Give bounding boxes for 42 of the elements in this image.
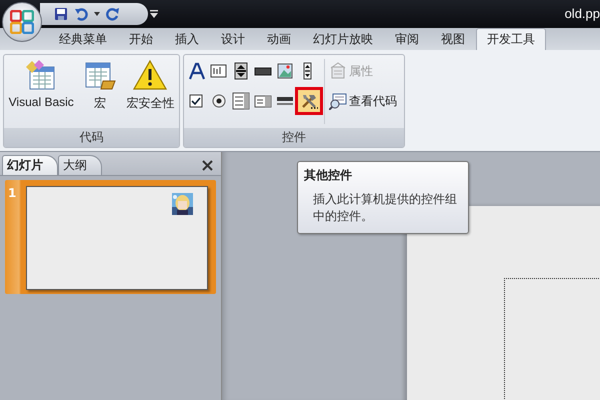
ribbon-button[interactable]: 宏安全性	[124, 55, 176, 128]
group-label: 代码	[4, 128, 179, 147]
ribbon-button[interactable]: 宏	[81, 55, 120, 128]
save-icon[interactable]	[54, 7, 68, 21]
control-button[interactable]	[231, 91, 251, 111]
ribbon-tab[interactable]: 幻灯片放映	[302, 28, 384, 50]
control-button[interactable]	[275, 61, 295, 81]
ribbon-tab[interactable]: 设计	[210, 28, 256, 50]
tooltip-text: 插入此计算机提供的控件组中的控件。	[312, 191, 458, 225]
slide-thumbnail[interactable]	[26, 186, 208, 290]
tooltip-title: 其他控件	[304, 167, 353, 184]
logo-icon	[10, 10, 34, 34]
letter-icon	[188, 62, 206, 80]
ribbon-tab[interactable]: 审阅	[384, 28, 430, 50]
view-code-button[interactable]: 查看代码	[327, 89, 399, 113]
warning-icon	[133, 59, 168, 91]
control-button[interactable]	[187, 61, 207, 81]
tools-icon	[300, 92, 318, 110]
pane-tab[interactable]: 大纲	[58, 155, 102, 175]
ribbon-tab[interactable]: 动画	[256, 28, 302, 50]
group-label: 控件	[184, 128, 404, 147]
ribbon-tab[interactable]: 插入	[164, 28, 210, 50]
redo-icon[interactable]	[106, 7, 120, 21]
ribbon-tab[interactable]: 开发工具	[476, 28, 546, 50]
window-title: old.pp	[564, 6, 600, 21]
ribbon-tab[interactable]: 视图	[430, 28, 476, 50]
caret-icon[interactable]	[94, 12, 100, 16]
close-icon[interactable]	[202, 160, 213, 171]
undo-icon[interactable]	[74, 7, 88, 21]
sheet-icon	[329, 62, 347, 80]
slide-number: 1	[8, 186, 18, 202]
text-box-icon	[210, 62, 228, 80]
radio-button-icon	[210, 92, 228, 110]
ribbon-button[interactable]: Visual Basic	[6, 55, 76, 128]
list-box-icon	[232, 92, 250, 110]
spin-button-icon	[232, 62, 250, 80]
image-icon	[276, 62, 294, 80]
magnifier-icon	[329, 92, 347, 110]
pane-tab[interactable]: 幻灯片	[2, 155, 58, 175]
ribbon-tab[interactable]: 经典菜单	[48, 28, 118, 50]
customize-icon[interactable]	[150, 10, 158, 18]
ribbon-tab[interactable]: 开始	[118, 28, 164, 50]
